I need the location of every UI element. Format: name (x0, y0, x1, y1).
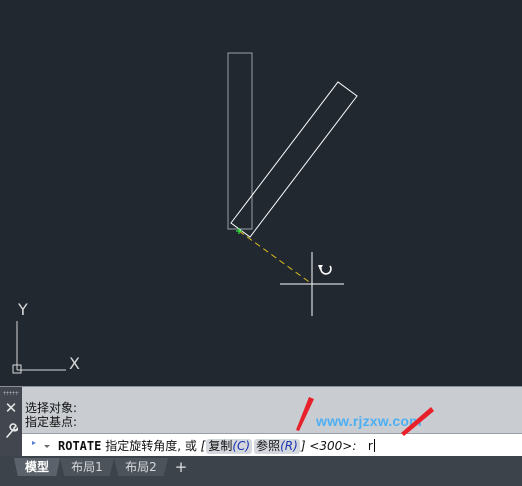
rotate-arrow-icon (318, 265, 332, 275)
original-rectangle[interactable] (227, 52, 253, 230)
tab-layout1[interactable]: 布局1 (60, 458, 114, 476)
command-window-handle[interactable]: ✕ (0, 387, 22, 457)
option-reference-label: 参照 (256, 439, 281, 453)
command-history: 选择对象: 指定基点: (25, 401, 77, 429)
bracket-close: ] (300, 439, 306, 453)
command-name: ROTATE (58, 439, 102, 453)
text-caret (373, 439, 375, 452)
history-line: 指定基点: (25, 415, 78, 429)
tab-layout2[interactable]: 布局2 (114, 458, 168, 476)
default-value: <300>: (309, 439, 357, 453)
tab-model[interactable]: 模型 (14, 458, 60, 476)
history-line: 选择对象: (25, 401, 78, 415)
command-prompt-text: 指定旋转角度, 或 (105, 439, 197, 453)
command-window: ✕ 选择对象: 指定基点: ROTATE 指定旋转角度, 或 [复制(C) 参照(… (0, 386, 522, 457)
command-input[interactable]: r (368, 439, 373, 453)
ucs-x-label: X (69, 354, 80, 373)
add-layout-button[interactable]: + (170, 458, 192, 476)
option-copy[interactable]: 复制(C) (206, 439, 253, 454)
command-recent-icon[interactable] (30, 438, 56, 454)
rotation-rubberband-line (238, 230, 313, 285)
option-reference[interactable]: 参照(R) (254, 439, 300, 454)
command-line[interactable]: ROTATE 指定旋转角度, 或 [复制(C) 参照(R)] <300>: r (22, 433, 522, 457)
option-copy-key: (C) (232, 439, 251, 453)
drawing-viewport[interactable]: Y X (0, 0, 522, 386)
layout-tab-bar: 模型 布局1 布局2 + (0, 456, 522, 486)
command-prompt: ROTATE 指定旋转角度, 或 [复制(C) 参照(R)] <300>: r (58, 438, 375, 454)
rotated-rectangle-preview[interactable] (230, 81, 358, 238)
drag-grip-icon[interactable] (3, 391, 19, 395)
option-reference-key: (R) (280, 439, 298, 453)
close-icon[interactable]: ✕ (4, 401, 18, 416)
ucs-icon (12, 321, 66, 374)
watermark: www.rjzxw.com (316, 413, 422, 429)
option-copy-label: 复制 (208, 439, 233, 453)
bracket-open: [ (200, 439, 206, 453)
ucs-y-label: Y (17, 300, 28, 319)
crosshair-cursor (280, 252, 344, 316)
wrench-icon[interactable] (4, 423, 18, 439)
